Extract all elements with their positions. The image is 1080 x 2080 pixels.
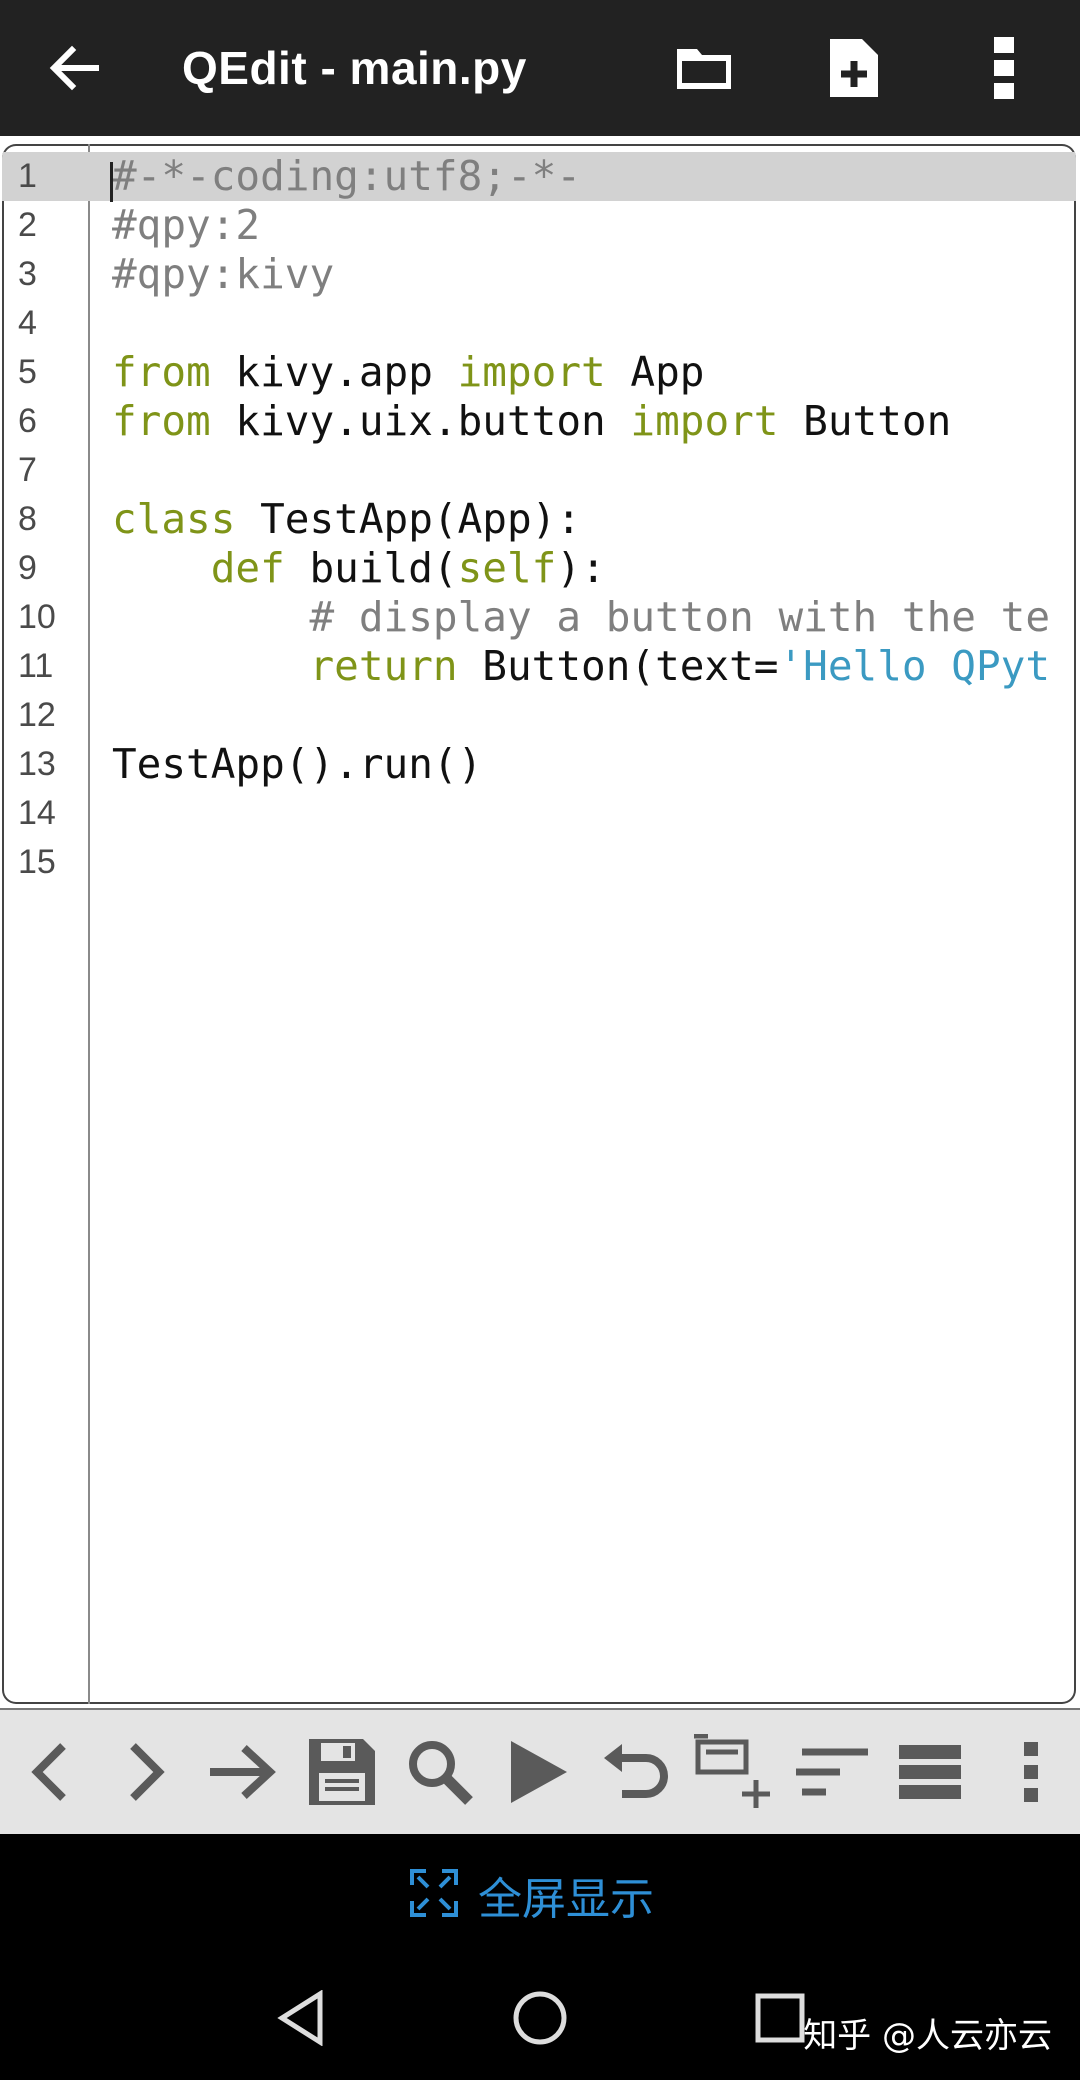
line-number: 8 [18,500,37,538]
line-number: 12 [18,696,56,734]
code-line[interactable]: 6 from kivy.uix.button import Button [2,397,1076,446]
line-number: 5 [18,353,37,391]
code-token: Button [778,397,952,445]
code-text: class TestApp(App): [112,495,581,544]
code-line[interactable]: 8 class TestApp(App): [2,495,1076,544]
line-number: 2 [18,206,37,244]
line-number: 13 [18,745,56,783]
folder-icon[interactable] [658,22,750,114]
code-text: #-*-coding:utf8;-*- [112,152,581,201]
code-line[interactable]: 4 [2,299,1076,348]
code-token: App [605,348,705,396]
code-line[interactable]: 13 TestApp().run() [2,740,1076,789]
code-token: import [457,348,606,396]
code-token: TestApp(App): [235,495,581,543]
code-line[interactable]: 14 [2,789,1076,838]
search-icon[interactable] [396,1728,484,1816]
system-nav-bar: 知乎 @人云亦云 [0,1956,1080,2080]
code-text: def build(self): [112,544,606,593]
save-icon[interactable] [298,1728,386,1816]
code-token: #qpy:kivy [112,250,335,298]
page-title: QEdit - main.py [182,42,527,94]
code-line[interactable]: 10 # display a button with the te [2,593,1076,642]
fullscreen-button[interactable]: 全屏显示 [410,1854,654,1936]
line-number: 15 [18,843,56,881]
fullscreen-label: 全屏显示 [478,1874,654,1925]
code-token: build( [284,544,458,592]
code-token: kivy.uix.button [210,397,631,445]
code-text: TestApp().run() [112,740,482,789]
code-token: #-*-coding:utf8;-*- [112,152,581,200]
nav-back-icon[interactable] [256,1978,346,2058]
code-text: from kivy.uix.button import Button [112,397,951,446]
line-number: 11 [18,647,54,685]
code-token: TestApp().run() [112,740,483,788]
play-icon[interactable] [494,1728,582,1816]
code-line[interactable]: 15 [2,838,1076,887]
new-file-icon[interactable] [808,22,900,114]
code-line[interactable]: 2 #qpy:2 [2,201,1076,250]
code-token: #qpy:2 [112,201,261,249]
chevron-left-icon[interactable] [6,1728,94,1816]
code-line[interactable]: 5 from kivy.app import App [2,348,1076,397]
code-text: from kivy.app import App [112,348,704,397]
indent-lines-icon[interactable] [788,1728,876,1816]
code-token: def [210,544,285,592]
line-number: 14 [18,794,56,832]
code-token: class [112,495,236,543]
code-editor[interactable]: 1 #-*-coding:utf8;-*- 2 #qpy:2 3 #qpy:kivy 4 5 f… [2,144,1076,1704]
line-number: 3 [18,255,37,293]
code-token: kivy.app [210,348,458,396]
app-bar: QEdit - main.py [0,0,1080,136]
line-number: 10 [18,598,56,636]
code-token: 'Hello QPyt [778,642,1051,690]
line-number: 1 [18,157,37,195]
code-text: #qpy:kivy [112,250,334,299]
code-token: return [309,642,458,690]
nav-home-icon[interactable] [495,1978,585,2058]
code-token: Button(text= [457,642,779,690]
line-number: 6 [18,402,37,440]
arrow-right-icon[interactable] [198,1728,286,1816]
code-token: import [630,397,779,445]
text-cursor [110,162,113,202]
code-line[interactable]: 11 return Button(text='Hello QPyt [2,642,1076,691]
fullscreen-icon [410,1868,458,1922]
editor-toolbar [0,1708,1080,1834]
line-number: 7 [18,451,37,489]
add-snippet-icon[interactable] [690,1728,778,1816]
code-token: from [112,348,211,396]
more-vertical-icon[interactable] [988,1728,1076,1816]
code-token: ): [556,544,606,592]
code-text: return Button(text='Hello QPyt [112,642,1050,691]
code-line[interactable]: 3 #qpy:kivy [2,250,1076,299]
back-arrow-icon[interactable] [28,22,120,114]
line-number: 9 [18,549,37,587]
code-line[interactable]: 12 [2,691,1076,740]
code-token: self [457,544,557,592]
line-number: 4 [18,304,37,342]
more-vertical-icon[interactable] [958,22,1050,114]
code-token: from [112,397,211,445]
code-line[interactable]: 9 def build(self): [2,544,1076,593]
code-text: #qpy:2 [112,201,260,250]
fullscreen-bar: 全屏显示 [0,1834,1080,1956]
code-token: # display a button with the te [309,593,1051,641]
undo-icon[interactable] [592,1728,680,1816]
chevron-right-icon[interactable] [102,1728,190,1816]
watermark: 知乎 @人云亦云 [803,2016,1052,2056]
code-line[interactable]: 7 [2,446,1076,495]
code-line[interactable]: 1 #-*-coding:utf8;-*- [2,152,1076,202]
format-lines-icon[interactable] [886,1728,974,1816]
code-text: # display a button with the te [112,593,1050,642]
